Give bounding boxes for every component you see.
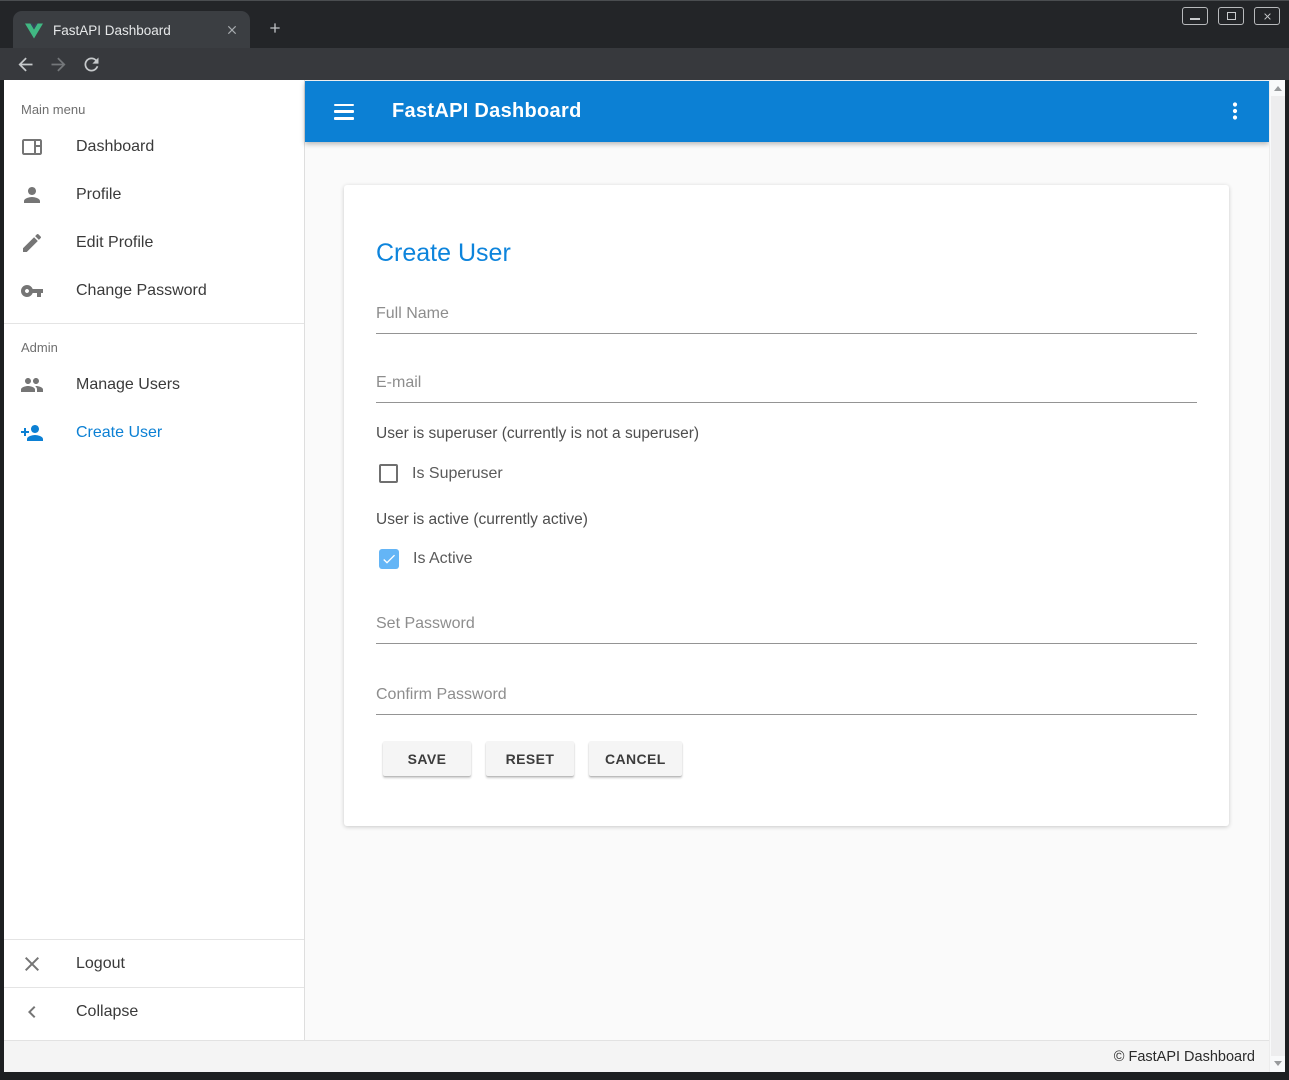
page-viewport: Main menu Dashboard Profile Edit Profile… [4,80,1285,1072]
app-bar-kebab-icon[interactable] [1223,99,1247,123]
app-bar-title: FastAPI Dashboard [392,100,582,123]
reload-icon[interactable] [81,54,102,75]
sidebar-item-label: Dashboard [76,138,154,156]
is-superuser-checkbox-row[interactable]: Is Superuser [376,464,1197,483]
sidebar-item-collapse[interactable]: Collapse [4,987,304,1035]
sidebar-section-main-menu: Main menu [4,80,304,123]
main-content: FastAPI Dashboard Create User User is su… [305,80,1269,1040]
scrollbar-down-arrow-icon[interactable] [1274,1061,1282,1066]
full-name-input[interactable] [376,305,1197,334]
create-user-card: Create User User is superuser (currently… [344,185,1229,826]
set-password-input[interactable] [376,615,1197,644]
save-button[interactable]: SAVE [383,741,471,776]
sidebar-item-label: Collapse [76,1003,138,1021]
confirm-password-input[interactable] [376,686,1197,715]
is-active-label: Is Active [413,550,473,568]
sidebar-item-label: Profile [76,186,121,204]
sidebar-item-profile[interactable]: Profile [4,171,304,219]
cancel-button[interactable]: CANCEL [589,741,682,776]
active-hint: User is active (currently active) [376,511,1197,529]
is-active-checkbox-row[interactable]: Is Active [376,549,1197,569]
browser-toolbar: localhost/main/admin/users/create [0,48,1289,80]
sidebar-item-logout[interactable]: Logout [4,939,304,987]
page-title: Create User [376,239,1197,268]
window-maximize-button[interactable] [1218,7,1244,25]
back-icon[interactable] [15,54,36,75]
new-tab-button[interactable] [262,15,288,41]
vue-logo-icon [25,22,43,39]
dashboard-icon [20,135,44,159]
browser-titlebar: FastAPI Dashboard [0,0,1289,48]
close-icon [20,952,44,976]
sidebar-item-change-password[interactable]: Change Password [4,267,304,315]
key-icon [20,279,44,303]
app-bar: FastAPI Dashboard [305,81,1269,142]
scrollbar-up-arrow-icon[interactable] [1274,86,1282,91]
sidebar-item-label: Change Password [76,282,207,300]
sidebar-item-label: Manage Users [76,376,180,394]
email-input[interactable] [376,374,1197,403]
form-buttons-row: SAVE RESET CANCEL [376,741,1197,776]
window-controls [1182,7,1280,25]
window-minimize-button[interactable] [1182,7,1208,25]
sidebar-item-manage-users[interactable]: Manage Users [4,361,304,409]
sidebar-item-label: Edit Profile [76,234,153,252]
tab-title: FastAPI Dashboard [53,23,222,38]
chevron-left-icon [20,1000,44,1024]
sidebar-item-label: Create User [76,424,162,442]
full-name-field-wrapper [376,305,1197,334]
sidebar-section-admin: Admin [4,324,304,361]
confirm-password-field-wrapper [376,686,1197,715]
reset-button[interactable]: RESET [486,741,574,776]
sidebar-item-label: Logout [76,955,125,973]
page-footer: © FastAPI Dashboard [4,1040,1269,1072]
pencil-icon [20,231,44,255]
sidebar-item-edit-profile[interactable]: Edit Profile [4,219,304,267]
forward-icon[interactable] [48,54,69,75]
hamburger-menu-icon[interactable] [334,104,354,120]
sidebar-bottom: Logout Collapse [4,939,304,1035]
check-icon [381,551,397,567]
is-superuser-label: Is Superuser [412,465,503,483]
scrollbar-thumb[interactable] [1271,96,1285,1056]
copyright-text: © FastAPI Dashboard [1114,1049,1255,1065]
sidebar-item-create-user[interactable]: Create User [4,409,304,457]
is-superuser-checkbox[interactable] [379,464,398,483]
person-add-icon [20,421,44,445]
vertical-scrollbar[interactable] [1269,80,1285,1072]
sidebar: Main menu Dashboard Profile Edit Profile… [4,80,305,1040]
email-field-wrapper [376,374,1197,403]
person-icon [20,183,44,207]
browser-tab[interactable]: FastAPI Dashboard [13,11,250,49]
tab-close-icon[interactable] [222,20,242,40]
window-close-button[interactable] [1254,7,1280,25]
sidebar-item-dashboard[interactable]: Dashboard [4,123,304,171]
is-active-checkbox[interactable] [379,549,399,569]
superuser-hint: User is superuser (currently is not a su… [376,425,1197,443]
people-icon [20,373,44,397]
set-password-field-wrapper [376,615,1197,644]
